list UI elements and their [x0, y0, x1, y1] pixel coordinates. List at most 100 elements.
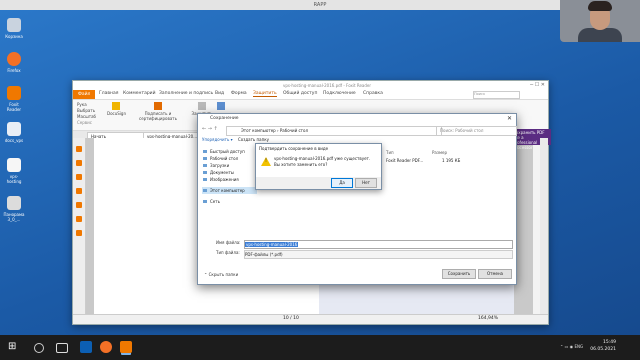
menu-bar: Файл Главная Комментарий Заполнение и по… [73, 90, 548, 100]
tree-downloads[interactable]: Загрузки [202, 162, 257, 169]
comments-icon[interactable] [76, 188, 82, 194]
desktop-icon-pdf[interactable]: vps-hosting [3, 158, 25, 184]
app-search-input[interactable]: Поиск [473, 91, 520, 99]
menu-comment[interactable]: Комментарий [123, 91, 156, 96]
pen-icon [154, 102, 162, 110]
desktop-icon-label: Firefox [7, 68, 21, 73]
confirm-line2: Вы хотите заменить его? [274, 162, 328, 167]
confirm-dialog: Подтвердить сохранение в виде vps-hostin… [255, 143, 382, 190]
system-tray[interactable]: ⌃ ▭ ◉ ENG [560, 344, 583, 349]
sign-certify-button[interactable]: Подписать и сертифицировать [133, 102, 183, 121]
clock-time: 15:49 [603, 340, 616, 345]
nav-buttons[interactable]: ← → ↑ [202, 126, 218, 132]
menu-protect[interactable]: Защитить [253, 91, 277, 97]
save-dialog-titlebar: Сохранение ✕ [198, 114, 516, 124]
tree-quick-access[interactable]: Быстрый доступ [202, 148, 257, 155]
firefox-icon [7, 52, 21, 66]
desktop-icon-firefox[interactable]: Firefox [3, 52, 25, 73]
firefox-taskbar-icon[interactable] [100, 341, 112, 353]
foxit-taskbar-icon[interactable] [120, 341, 132, 353]
column-size[interactable]: Размер [432, 150, 447, 155]
save-dialog-title: Сохранение [210, 116, 239, 121]
docusign-icon [112, 102, 120, 110]
webcam-overlay [560, 0, 640, 42]
pdf-file-icon [7, 158, 21, 172]
menu-help[interactable]: Справка [363, 91, 383, 96]
tree-documents[interactable]: Документы [202, 169, 257, 176]
open-button[interactable] [211, 102, 231, 111]
desktop-icon-docs[interactable]: docs_vps [3, 122, 25, 143]
file-size: 1 195 КБ [442, 158, 461, 163]
organize-button[interactable]: Упорядочить ▾ [202, 137, 233, 142]
menu-home[interactable]: Главная [99, 91, 118, 96]
folder-icon [217, 102, 225, 110]
lang-indicator[interactable]: ENG [574, 344, 583, 349]
filetype-select[interactable]: PDF-файлы (*.pdf) [244, 250, 513, 259]
signature-icon[interactable] [76, 216, 82, 222]
save-dialog: Сохранение ✕ ← → ↑ Этот компьютер › Рабо… [197, 113, 517, 285]
webcam-shirt [578, 28, 622, 42]
page-thumbnails-icon[interactable] [76, 160, 82, 166]
recycle-bin-icon [7, 18, 21, 32]
start-icon[interactable]: ⊞ [8, 341, 20, 353]
edge-icon[interactable] [80, 341, 92, 353]
security-icon[interactable] [76, 230, 82, 236]
clock[interactable]: 15:49 06.05.2021 [590, 339, 616, 353]
desktop-icon-recycle-bin[interactable]: Корзина [3, 18, 25, 39]
menu-connect[interactable]: Подключение [323, 91, 356, 96]
menu-form[interactable]: Форма [231, 91, 247, 96]
hide-folders-toggle[interactable]: ⌃ Скрыть папки [204, 272, 238, 277]
desktop-icon-panorama[interactable]: Панорама 3_0_... [3, 196, 25, 222]
search-icon[interactable] [34, 343, 44, 353]
window-controls[interactable]: ─ ☐ ✕ [530, 82, 545, 88]
menu-fill-sign[interactable]: Заполнение и подпись [159, 91, 213, 96]
zoom-level[interactable]: 164,94% [478, 316, 498, 321]
webcam-hair [588, 1, 612, 11]
tree-this-pc[interactable]: Этот компьютер [202, 187, 257, 194]
document-icon [7, 122, 21, 136]
filename-selected: vps-hosting-manual-2016 [245, 242, 299, 247]
filetype-label: Тип файла: [216, 250, 240, 255]
vertical-scrollbar[interactable] [540, 138, 548, 314]
close-icon[interactable]: ✕ [507, 114, 512, 124]
filename-field[interactable]: vps-hosting-manual-2016 [244, 240, 513, 249]
desktop-icon-label: Панорама 3_0_... [3, 212, 25, 222]
column-headers: Тип Размер [386, 150, 447, 155]
host-title: RAPP [313, 2, 327, 8]
filename-label: Имя файла: [216, 240, 241, 245]
shield-icon [198, 102, 206, 110]
tree-pictures[interactable]: Изображения [202, 176, 257, 183]
tools-group-label: Сервис [77, 120, 92, 125]
menu-view[interactable]: Вид [215, 91, 224, 96]
docusign-label: DocuSign [107, 111, 126, 116]
file-row[interactable]: Foxit Reader PDF... 1 195 КБ [386, 158, 460, 163]
warning-icon [261, 157, 271, 166]
menu-share[interactable]: Общий доступ [283, 91, 317, 96]
desktop-icon-label: vps-hosting [6, 174, 22, 184]
menu-file[interactable]: Файл [73, 90, 96, 99]
app-title: vps-hosting-manual-2016.pdf - Foxit Read… [283, 83, 372, 88]
attachment-icon[interactable] [76, 202, 82, 208]
task-view-icon[interactable] [56, 343, 68, 353]
desktop-icon-foxit[interactable]: Foxit Reader [3, 86, 25, 112]
sign-label: Подписать и сертифицировать [139, 111, 177, 121]
page-indicator[interactable]: 10 / 10 [283, 316, 299, 321]
search-input[interactable]: Поиск: Рабочий стол [436, 126, 517, 136]
layers-icon[interactable] [76, 174, 82, 180]
cancel-button[interactable]: Отмена [478, 269, 512, 279]
column-type[interactable]: Тип [386, 150, 394, 155]
save-button[interactable]: Сохранить [442, 269, 476, 279]
tree-network[interactable]: Сеть [202, 198, 257, 205]
taskbar: ⊞ ⌃ ▭ ◉ ENG 15:49 06.05.2021 [0, 335, 640, 360]
left-panel [73, 138, 86, 314]
desktop-icon-label: Foxit Reader [6, 102, 22, 112]
address-bar[interactable]: Этот компьютер › Рабочий стол [226, 126, 442, 136]
file-type: Foxit Reader PDF... [386, 158, 424, 163]
yes-button[interactable]: Да [331, 178, 353, 188]
docusign-button[interactable]: DocuSign [107, 102, 126, 116]
ribbon-tools-group: Рука Выбрать Масштаб Сервис [77, 102, 96, 126]
new-folder-button[interactable]: Создать папку [238, 137, 269, 142]
no-button[interactable]: Нет [355, 178, 377, 188]
bookmark-icon[interactable] [76, 146, 82, 152]
tree-desktop[interactable]: Рабочий стол [202, 155, 257, 162]
